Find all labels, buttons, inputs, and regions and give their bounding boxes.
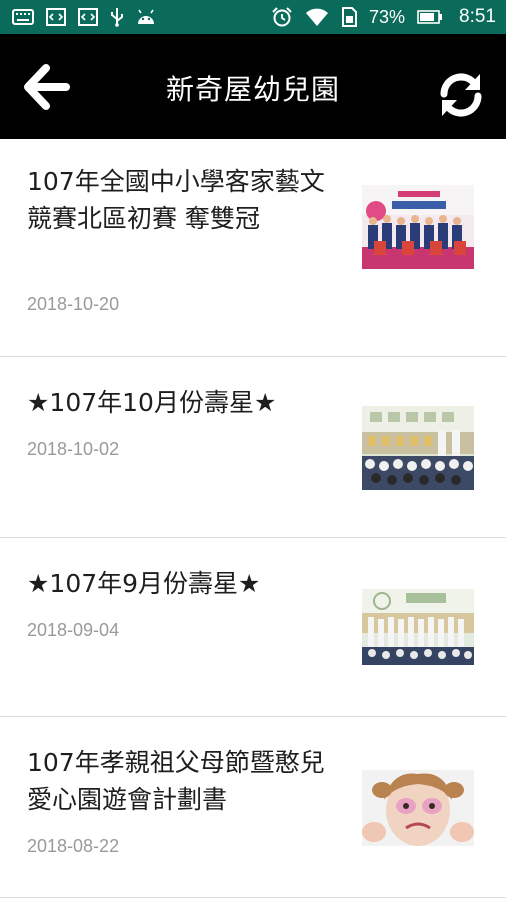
article-date: 2018-10-20 <box>27 294 120 314</box>
article-title: ★107年9月份壽星★ <box>27 569 261 598</box>
wifi-icon <box>305 7 329 27</box>
article-title: ★107年10月份壽星★ <box>27 388 277 417</box>
article-thumbnail <box>362 589 474 673</box>
app-bar: 新奇屋幼兒園 <box>0 34 506 139</box>
refresh-button[interactable] <box>436 72 486 118</box>
code-icon <box>78 8 98 26</box>
page-title: 新奇屋幼兒園 <box>165 73 340 106</box>
article-title: 107年全國中小學客家藝文競賽北區初賽 奪雙冠 <box>27 167 325 233</box>
article-item[interactable]: ★107年10月份壽星★ 2018-10-02 <box>0 358 506 538</box>
article-title: 107年孝親祖父母節暨憨兒愛心園遊會計劃書 <box>27 748 325 814</box>
article-date: 2018-08-22 <box>27 836 120 856</box>
article-thumbnail <box>362 406 474 490</box>
clock: 8:51 <box>459 6 496 27</box>
keyboard-icon <box>12 9 34 25</box>
article-thumbnail <box>362 770 474 854</box>
article-item[interactable]: ★107年9月份壽星★ 2018-09-04 <box>0 539 506 717</box>
article-item[interactable]: 107年孝親祖父母節暨憨兒愛心園遊會計劃書 2018-08-22 <box>0 718 506 898</box>
article-thumbnail <box>362 185 474 269</box>
android-icon <box>136 8 156 26</box>
sim-icon <box>341 7 357 27</box>
notification-icons <box>12 7 156 27</box>
article-date: 2018-09-04 <box>27 620 120 640</box>
refresh-icon <box>440 73 482 117</box>
alarm-icon <box>271 7 293 27</box>
article-date: 2018-10-02 <box>27 439 120 459</box>
code-icon <box>46 8 66 26</box>
status-bar: 73% 8:51 <box>0 0 506 34</box>
battery-percent: 73% <box>368 6 406 27</box>
usb-icon <box>110 7 124 27</box>
article-item[interactable]: 107年全國中小學客家藝文競賽北區初賽 奪雙冠 2018-10-20 <box>0 139 506 357</box>
battery-icon <box>417 10 443 24</box>
system-icons: 73% 8:51 <box>271 6 496 28</box>
